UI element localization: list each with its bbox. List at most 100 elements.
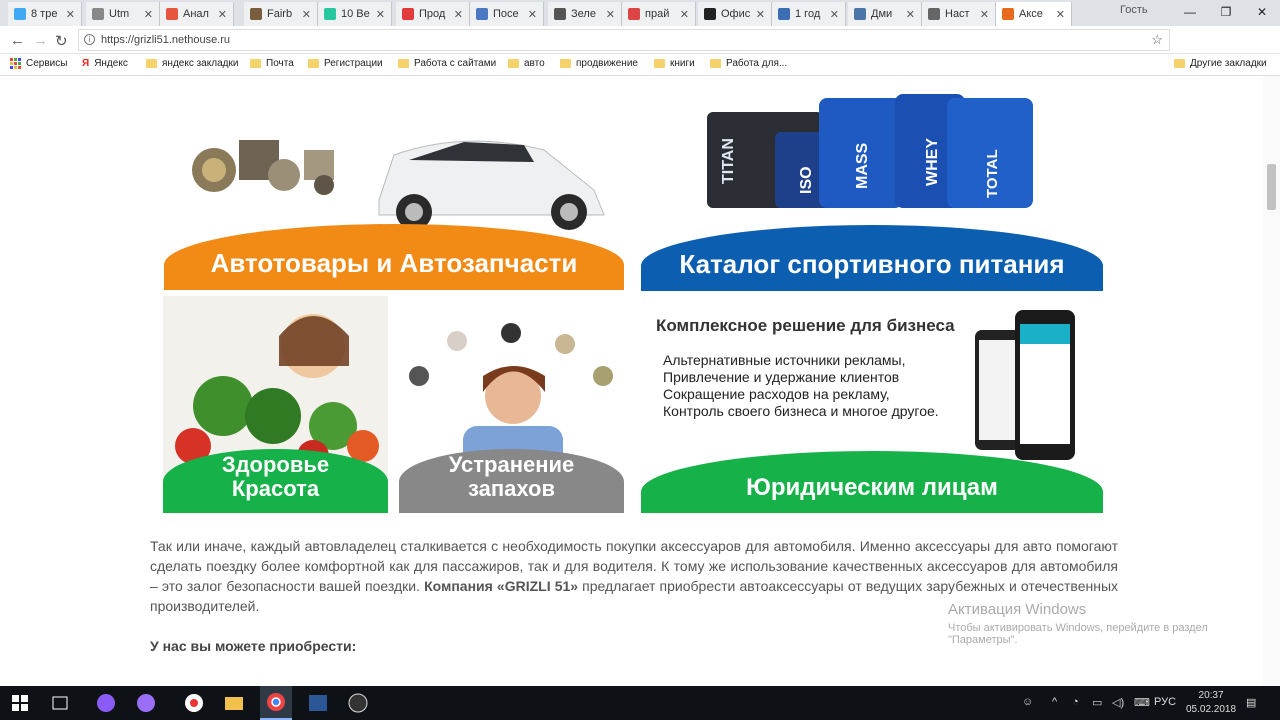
- tab-favicon-icon: [324, 8, 336, 20]
- maximize-button[interactable]: ❐: [1208, 0, 1244, 24]
- tab-favicon-icon: [14, 8, 26, 20]
- bookmark-item[interactable]: Регистрации: [308, 58, 383, 69]
- tray-chevron-icon[interactable]: ^: [1052, 696, 1057, 708]
- tab-close-icon[interactable]: ✕: [66, 8, 75, 21]
- bookmark-item[interactable]: Работа для...: [710, 58, 787, 69]
- chrome-taskbar-icon[interactable]: [260, 686, 292, 720]
- keyboard-icon[interactable]: ⌨: [1134, 696, 1150, 709]
- tab-close-icon[interactable]: ✕: [680, 8, 689, 21]
- file-explorer-icon[interactable]: [224, 693, 244, 713]
- info-icon[interactable]: i: [84, 34, 95, 45]
- tab-title: 8 тре: [31, 8, 58, 20]
- network-icon[interactable]: ◔: [1072, 696, 1079, 708]
- tab-favicon-icon: [778, 8, 790, 20]
- health-banner-caption: Здоровье Красота: [163, 449, 388, 513]
- address-bar[interactable]: i https://grizli51.nethouse.ru ☆: [78, 29, 1170, 51]
- tab-close-icon[interactable]: ✕: [906, 8, 915, 21]
- tab-close-icon[interactable]: ✕: [606, 8, 615, 21]
- browser-tab[interactable]: 10 Be ✕: [318, 2, 392, 26]
- health-label: Здоровье: [221, 452, 330, 477]
- browser-tab[interactable]: Офис ✕: [698, 2, 772, 26]
- tab-favicon-icon: [554, 8, 566, 20]
- tab-close-icon[interactable]: ✕: [980, 8, 989, 21]
- auto-banner[interactable]: Автотовары и Автозапчасти: [164, 100, 624, 290]
- close-button[interactable]: ✕: [1244, 0, 1280, 24]
- tab-close-icon[interactable]: ✕: [376, 8, 385, 21]
- guest-label[interactable]: Гость: [1120, 4, 1148, 16]
- odor-banner[interactable]: Устранение запахов: [399, 296, 624, 513]
- browser-tab[interactable]: прай ✕: [622, 2, 696, 26]
- odor-label-1: Устранение: [448, 452, 575, 477]
- apps-bookmark[interactable]: Сервисы: [10, 58, 67, 69]
- other-bookmarks[interactable]: Другие закладки: [1174, 58, 1267, 69]
- word-icon[interactable]: [308, 693, 328, 713]
- microphone-icon[interactable]: [136, 693, 156, 713]
- bookmark-star-icon[interactable]: ☆: [1151, 30, 1163, 50]
- volume-icon[interactable]: ◁): [1112, 696, 1124, 709]
- odor-banner-caption: Устранение запахов: [399, 449, 624, 513]
- sport-jars-image: TITAN ISO MASS WHEY TOTAL: [707, 94, 1033, 208]
- jar-label: MASS: [854, 142, 871, 189]
- browser-tab[interactable]: Зеле ✕: [548, 2, 622, 26]
- browser-tab[interactable]: Анал ✕: [160, 2, 234, 26]
- tab-close-icon[interactable]: ✕: [528, 8, 537, 21]
- tab-close-icon[interactable]: ✕: [302, 8, 311, 21]
- yandex-browser-icon[interactable]: [184, 693, 204, 713]
- jar-label: ISO: [798, 166, 815, 194]
- bookmark-item[interactable]: Почта: [250, 58, 294, 69]
- scrollbar-thumb[interactable]: [1267, 164, 1276, 210]
- bookmark-label: Работа для...: [726, 58, 788, 69]
- windows-start-icon[interactable]: [10, 693, 30, 713]
- browser-tab[interactable]: Посе ✕: [470, 2, 544, 26]
- browser-tab[interactable]: 8 тре ✕: [8, 2, 82, 26]
- forward-button[interactable]: →: [33, 32, 48, 49]
- bookmark-item[interactable]: книги: [654, 58, 695, 69]
- browser-tab[interactable]: Аксе ✕: [996, 2, 1072, 26]
- sport-banner[interactable]: TITAN ISO MASS WHEY TOTAL Каталог спорти…: [641, 94, 1103, 291]
- tab-close-icon[interactable]: ✕: [454, 8, 463, 21]
- tab-close-icon[interactable]: ✕: [144, 8, 153, 21]
- yandex-icon: Я: [82, 58, 90, 69]
- notifications-icon[interactable]: ▤: [1246, 696, 1256, 709]
- tab-title: Аксе: [1019, 8, 1043, 20]
- tab-title: Анал: [183, 8, 209, 20]
- browser-tab[interactable]: Дми ✕: [848, 2, 922, 26]
- reload-button[interactable]: ↻: [55, 32, 68, 50]
- tab-title: Посе: [493, 8, 519, 20]
- browser-tab[interactable]: Utm ✕: [86, 2, 160, 26]
- people-icon[interactable]: ☺: [1022, 696, 1033, 708]
- clock-time: 20:37: [1198, 690, 1224, 701]
- browser-tab[interactable]: Наст ✕: [922, 2, 996, 26]
- task-view-icon[interactable]: [50, 693, 70, 713]
- browser-tab[interactable]: 1 год ✕: [772, 2, 846, 26]
- tab-favicon-icon: [704, 8, 716, 20]
- health-banner[interactable]: Здоровье Красота: [163, 296, 388, 513]
- clock[interactable]: 20:37 05.02.2018: [1186, 689, 1236, 717]
- auto-parts-image: [192, 140, 605, 230]
- bookmark-item[interactable]: Работа с сайтами: [398, 58, 496, 69]
- tab-close-icon[interactable]: ✕: [830, 8, 839, 21]
- business-banner[interactable]: Комплексное решение для бизнеса Альтерна…: [641, 304, 1103, 513]
- bookmark-item[interactable]: продвижение: [560, 58, 638, 69]
- tab-favicon-icon: [250, 8, 262, 20]
- bookmark-item[interactable]: авто: [508, 58, 545, 69]
- minimize-button[interactable]: —: [1172, 0, 1208, 24]
- bookmark-item[interactable]: яндекс закладки: [146, 58, 238, 69]
- tab-title: 1 год: [795, 8, 821, 20]
- obs-icon[interactable]: [348, 693, 368, 713]
- alice-icon[interactable]: [96, 693, 116, 713]
- tab-close-icon[interactable]: ✕: [1056, 8, 1065, 21]
- tab-close-icon[interactable]: ✕: [218, 8, 227, 21]
- activation-line1: Чтобы активировать Windows, перейдите в …: [948, 622, 1208, 634]
- browser-tab[interactable]: Fairb ✕: [244, 2, 318, 26]
- bookmark-item[interactable]: Я Яндекс: [82, 58, 128, 69]
- windows-activation-watermark: Активация Windows Чтобы активировать Win…: [948, 601, 1208, 646]
- language-indicator[interactable]: РУС: [1154, 696, 1176, 708]
- browser-tab[interactable]: Прод ✕: [396, 2, 470, 26]
- back-button[interactable]: ←: [10, 32, 25, 49]
- page-content: Автотовары и Автозапчасти TITAN ISO MASS…: [0, 76, 1280, 686]
- tab-close-icon[interactable]: ✕: [756, 8, 765, 21]
- tab-favicon-icon: [854, 8, 866, 20]
- tab-title: Зеле: [571, 8, 596, 20]
- battery-icon[interactable]: ▭: [1092, 696, 1102, 709]
